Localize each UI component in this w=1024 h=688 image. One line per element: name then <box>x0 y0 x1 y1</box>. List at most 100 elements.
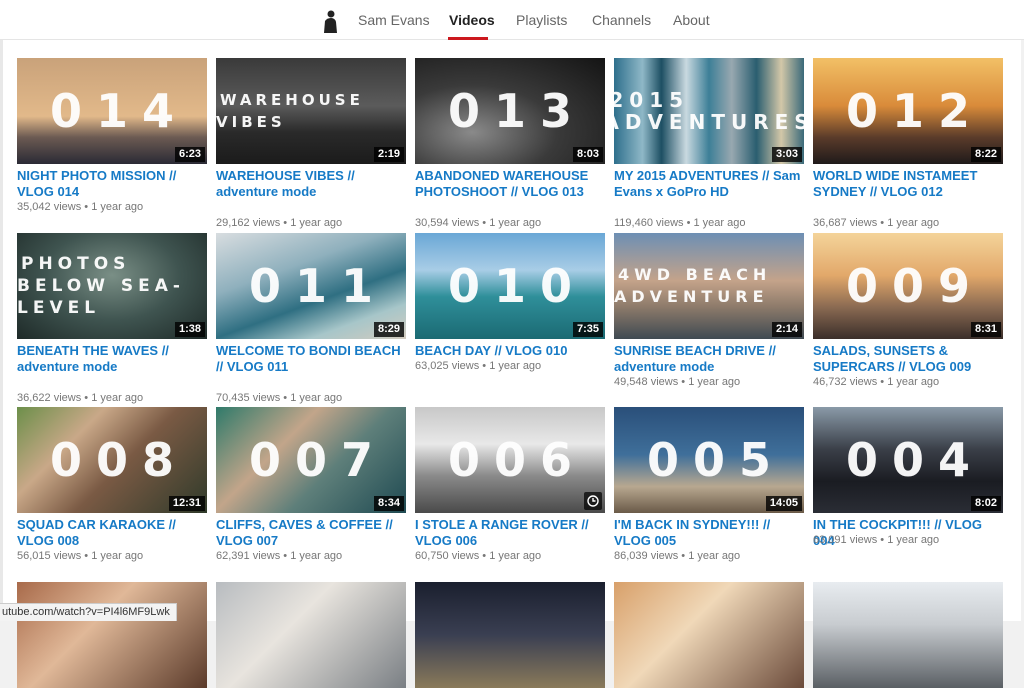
upload-age: 1 year ago <box>91 201 143 213</box>
video-thumbnail[interactable]: 006 <box>415 407 605 513</box>
upload-age: 1 year ago <box>489 550 541 562</box>
tab-about[interactable]: About <box>673 11 710 29</box>
upload-age: 1 year ago <box>688 550 740 562</box>
view-count: 36,687 views <box>813 217 877 229</box>
video-thumbnail[interactable]: 014 6:23 <box>17 58 207 164</box>
video-thumbnail[interactable]: 005 14:05 <box>614 407 804 513</box>
view-count: 29,162 views <box>216 217 280 229</box>
video-title[interactable]: SUNRISE BEACH DRIVE // adventure mode <box>614 343 804 375</box>
video-meta: 70,435 views • 1 year ago <box>216 391 342 405</box>
video-thumbnail[interactable] <box>614 582 804 688</box>
video-title[interactable]: NIGHT PHOTO MISSION // VLOG 014 <box>17 168 207 200</box>
video-thumbnail[interactable] <box>17 582 207 688</box>
video-thumbnail[interactable] <box>216 582 406 688</box>
duration-badge: 8:29 <box>374 322 404 337</box>
upload-age: 1 year ago <box>91 550 143 562</box>
video-meta: 63,091 views • 1 year ago <box>813 533 939 547</box>
duration-badge: 8:31 <box>971 322 1001 337</box>
video-title[interactable]: BENEATH THE WAVES // adventure mode <box>17 343 207 375</box>
link-preview-status: utube.com/watch?v=PI4l6MF9Lwk <box>0 603 177 621</box>
video-thumbnail[interactable]: 011 8:29 <box>216 233 406 339</box>
view-count: 49,548 views <box>614 376 678 388</box>
upload-age: 1 year ago <box>887 376 939 388</box>
video-thumbnail[interactable]: 008 12:31 <box>17 407 207 513</box>
video-meta: 60,750 views • 1 year ago <box>415 549 541 563</box>
view-count: 63,091 views <box>813 534 877 546</box>
duration-badge: 14:05 <box>766 496 802 511</box>
thumbnail-overlay-text: 006 <box>415 407 605 513</box>
channel-avatar-icon[interactable] <box>322 9 338 33</box>
view-count: 86,039 views <box>614 550 678 562</box>
duration-badge: 2:14 <box>772 322 802 337</box>
duration-badge: 12:31 <box>169 496 205 511</box>
duration-badge: 3:03 <box>772 147 802 162</box>
video-meta: 62,391 views • 1 year ago <box>216 549 342 563</box>
duration-badge: 8:22 <box>971 147 1001 162</box>
video-title[interactable]: WAREHOUSE VIBES // adventure mode <box>216 168 406 200</box>
upload-age: 1 year ago <box>91 392 143 404</box>
upload-age: 1 year ago <box>887 534 939 546</box>
video-title[interactable]: ABANDONED WAREHOUSE PHOTOSHOOT // VLOG 0… <box>415 168 605 200</box>
video-meta: 63,025 views • 1 year ago <box>415 359 541 373</box>
upload-age: 1 year ago <box>688 376 740 388</box>
view-count: 30,594 views <box>415 217 479 229</box>
duration-badge: 2:19 <box>374 147 404 162</box>
video-title[interactable]: MY 2015 ADVENTURES // Sam Evans x GoPro … <box>614 168 804 200</box>
upload-age: 1 year ago <box>290 217 342 229</box>
video-thumbnail[interactable]: WAREHOUSE VIBES 2:19 <box>216 58 406 164</box>
duration-badge: 6:23 <box>175 147 205 162</box>
view-count: 62,391 views <box>216 550 280 562</box>
video-meta: 35,042 views • 1 year ago <box>17 200 143 214</box>
view-count: 63,025 views <box>415 360 479 372</box>
video-thumbnail[interactable]: 4WD BEACH ADVENTURE 2:14 <box>614 233 804 339</box>
view-count: 119,460 views <box>614 217 684 229</box>
tab-channels[interactable]: Channels <box>592 11 651 29</box>
video-meta: 56,015 views • 1 year ago <box>17 549 143 563</box>
video-title[interactable]: I STOLE A RANGE ROVER // VLOG 006 <box>415 517 605 549</box>
video-thumbnail[interactable]: 013 8:03 <box>415 58 605 164</box>
upload-age: 1 year ago <box>887 217 939 229</box>
video-meta: 119,460 views • 1 year ago <box>614 216 745 230</box>
view-count: 35,042 views <box>17 201 81 213</box>
video-thumbnail[interactable] <box>813 582 1003 688</box>
duration-badge: 7:35 <box>573 322 603 337</box>
video-thumbnail[interactable] <box>415 582 605 688</box>
channel-name-link[interactable]: Sam Evans <box>358 11 430 29</box>
video-meta: 46,732 views • 1 year ago <box>813 375 939 389</box>
video-title[interactable]: WELCOME TO BONDI BEACH // VLOG 011 <box>216 343 406 375</box>
video-title[interactable]: SQUAD CAR KARAOKE // VLOG 008 <box>17 517 207 549</box>
video-thumbnail[interactable]: 007 8:34 <box>216 407 406 513</box>
video-title[interactable]: I'M BACK IN SYDNEY!!! // VLOG 005 <box>614 517 804 549</box>
duration-badge: 8:03 <box>573 147 603 162</box>
video-thumbnail[interactable]: 2015 ADVENTURES 3:03 <box>614 58 804 164</box>
video-title[interactable]: WORLD WIDE INSTAMEET SYDNEY // VLOG 012 <box>813 168 1003 200</box>
upload-age: 1 year ago <box>489 360 541 372</box>
video-thumbnail[interactable]: 009 8:31 <box>813 233 1003 339</box>
duration-badge: 1:38 <box>175 322 205 337</box>
video-thumbnail[interactable]: 012 8:22 <box>813 58 1003 164</box>
upload-age: 1 year ago <box>290 392 342 404</box>
video-meta: 29,162 views • 1 year ago <box>216 216 342 230</box>
video-meta: 30,594 views • 1 year ago <box>415 216 541 230</box>
video-meta: 49,548 views • 1 year ago <box>614 375 740 389</box>
video-title[interactable]: BEACH DAY // VLOG 010 <box>415 343 605 359</box>
duration-badge: 8:02 <box>971 496 1001 511</box>
video-meta: 36,687 views • 1 year ago <box>813 216 939 230</box>
video-meta: 36,622 views • 1 year ago <box>17 391 143 405</box>
video-title[interactable]: CLIFFS, CAVES & COFFEE // VLOG 007 <box>216 517 406 549</box>
view-count: 36,622 views <box>17 392 81 404</box>
tab-videos[interactable]: Videos <box>449 11 495 29</box>
view-count: 60,750 views <box>415 550 479 562</box>
video-thumbnail[interactable]: 010 7:35 <box>415 233 605 339</box>
video-thumbnail[interactable]: PHOTOS BELOW SEA-LEVEL 1:38 <box>17 233 207 339</box>
watch-later-clock-icon[interactable] <box>584 492 602 510</box>
view-count: 56,015 views <box>17 550 81 562</box>
video-thumbnail[interactable]: 004 8:02 <box>813 407 1003 513</box>
duration-badge: 8:34 <box>374 496 404 511</box>
upload-age: 1 year ago <box>290 550 342 562</box>
view-count: 46,732 views <box>813 376 877 388</box>
video-title[interactable]: SALADS, SUNSETS & SUPERCARS // VLOG 009 <box>813 343 1003 375</box>
upload-age: 1 year ago <box>489 217 541 229</box>
video-grid: 014 6:23 NIGHT PHOTO MISSION // VLOG 014… <box>3 40 1021 621</box>
tab-playlists[interactable]: Playlists <box>516 11 567 29</box>
